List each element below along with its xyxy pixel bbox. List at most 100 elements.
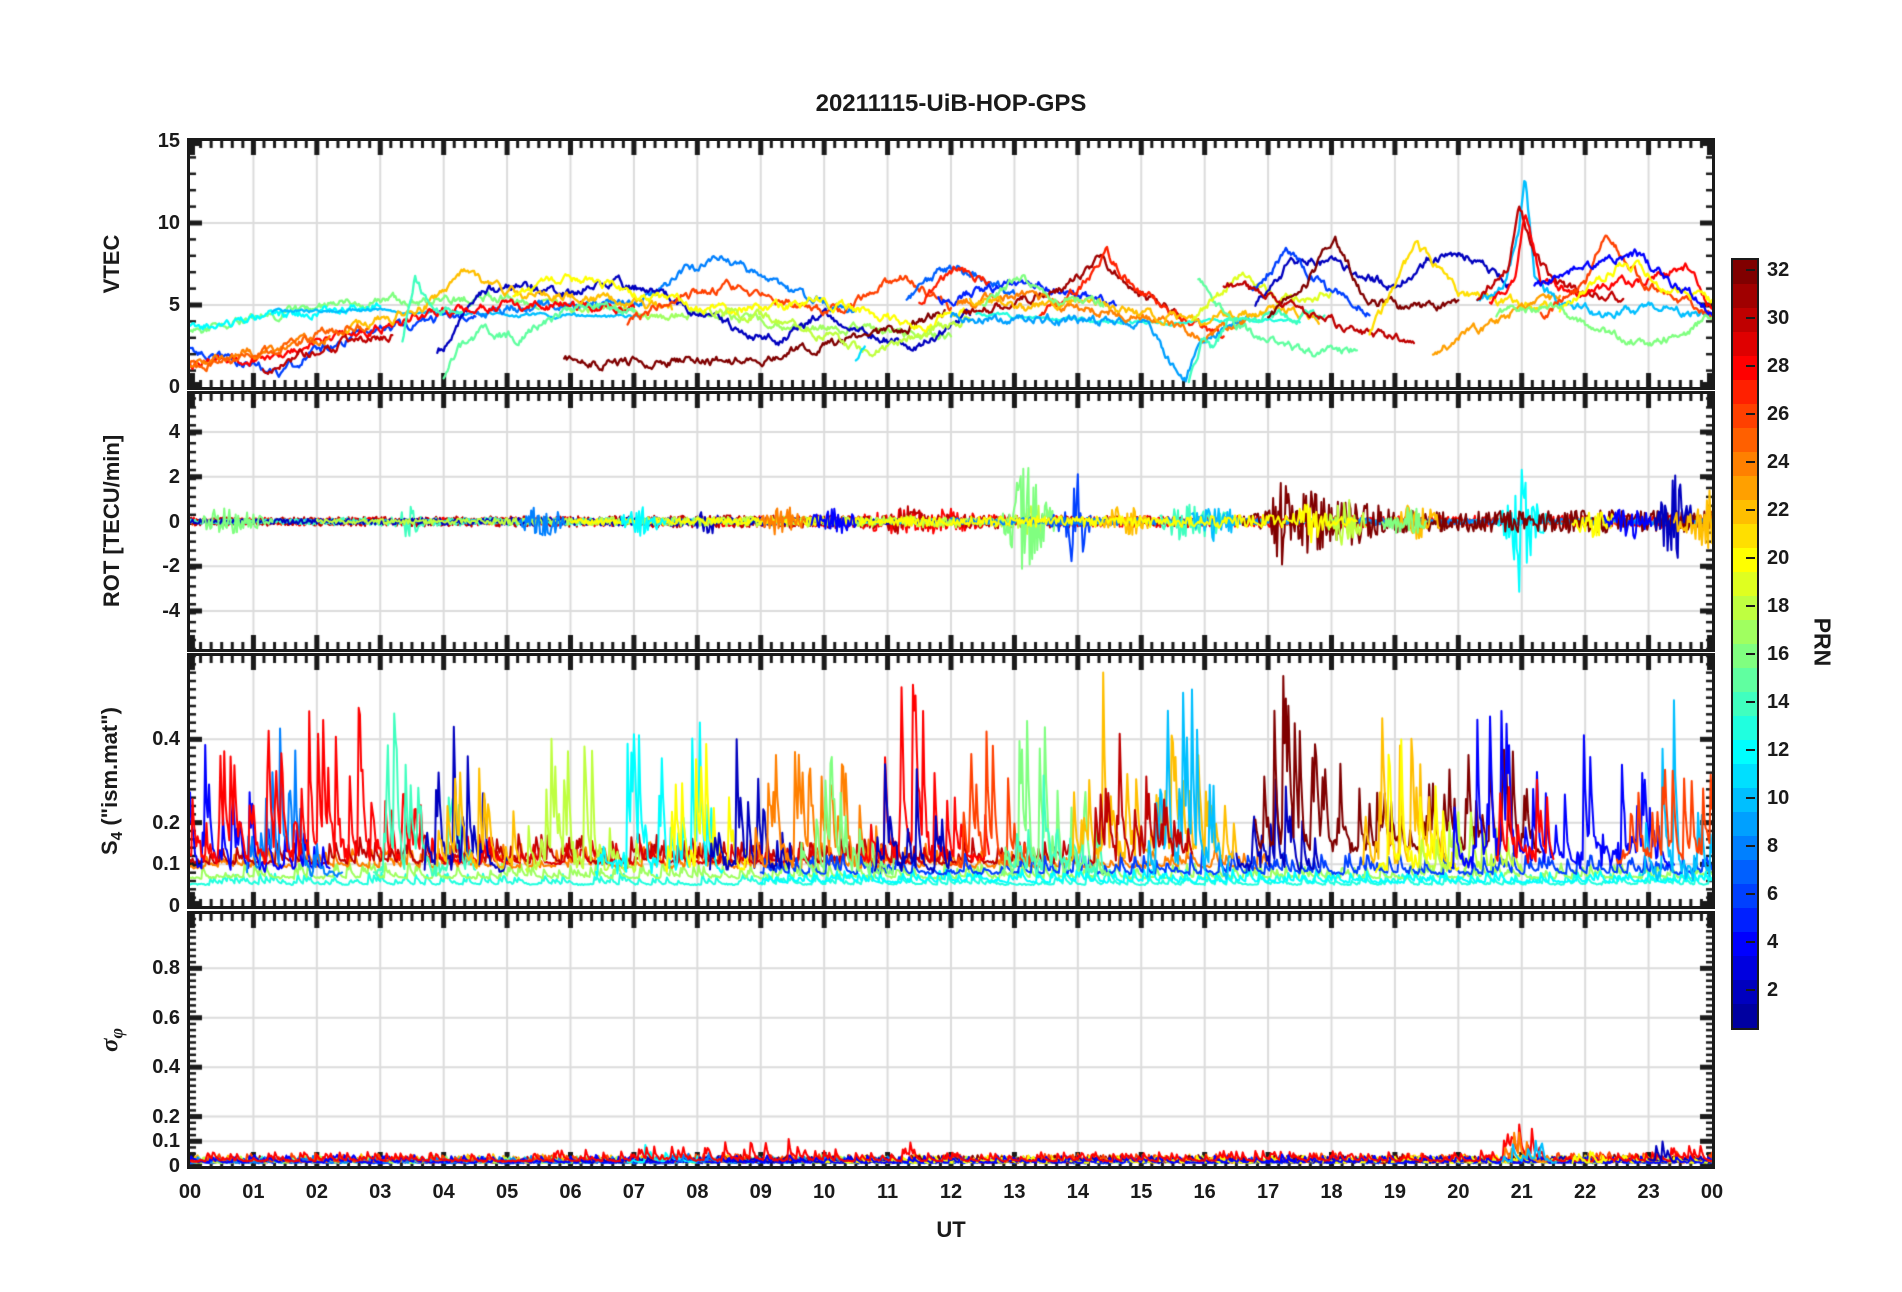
colorbar-segment-prn-23 <box>1733 476 1757 500</box>
colorbar-segment-prn-17 <box>1733 620 1757 644</box>
y-tick-label-rot: 0 <box>168 510 180 533</box>
x-tick-label: 11 <box>877 1181 899 1203</box>
colorbar-tick-label: 12 <box>1767 739 1790 761</box>
x-tick-label: 17 <box>1256 1181 1280 1203</box>
colorbar-segment-prn-15 <box>1733 668 1757 692</box>
x-tick-label: 10 <box>813 1181 836 1203</box>
colorbar-tick <box>1746 749 1755 751</box>
y-tick-label-vtec: 10 <box>157 212 180 234</box>
colorbar-tick-label: 16 <box>1767 643 1790 665</box>
y-tick-label-s4: 0 <box>168 895 180 917</box>
figure-title: 20211115-UiB-HOP-GPS <box>815 90 1087 117</box>
y-tick-label-sigma_phi: 0.1 <box>152 1130 180 1153</box>
panel-vtec <box>187 138 1715 390</box>
x-tick-label: 15 <box>1130 1181 1153 1203</box>
colorbar-segment-prn-24 <box>1733 452 1757 476</box>
colorbar-tick <box>1746 557 1755 559</box>
colorbar-segment-prn-30 <box>1733 308 1757 332</box>
colorbar-tick <box>1746 413 1755 415</box>
colorbar-segment-prn-21 <box>1733 524 1757 548</box>
colorbar-segment-prn-8 <box>1733 836 1757 860</box>
x-tick-label: 14 <box>1066 1181 1089 1203</box>
y-tick-label-vtec: 0 <box>168 376 180 398</box>
y-tick-label-vtec: 15 <box>157 130 180 152</box>
colorbar-segment-prn-31 <box>1733 284 1757 308</box>
colorbar-tick-label: 2 <box>1767 979 1779 1001</box>
x-axis-label: UT <box>936 1217 966 1242</box>
colorbar <box>1731 258 1759 1030</box>
colorbar-tick <box>1746 893 1755 895</box>
s4-plot-canvas <box>190 656 1712 906</box>
colorbar-segment-prn-6 <box>1733 884 1757 908</box>
x-tick-label: 02 <box>305 1181 328 1203</box>
colorbar-segment-prn-20 <box>1733 548 1757 572</box>
colorbar-segment-prn-26 <box>1733 404 1757 428</box>
colorbar-tick-label: 22 <box>1767 499 1790 521</box>
x-tick-label: 13 <box>1003 1181 1026 1203</box>
colorbar-segment-prn-32 <box>1733 260 1757 284</box>
x-tick-label: 03 <box>369 1181 392 1203</box>
x-tick-label: 16 <box>1193 1181 1216 1203</box>
y-tick-label-rot: 4 <box>168 421 180 444</box>
sigma-phi-plot-canvas <box>190 914 1712 1166</box>
colorbar-tick-label: 6 <box>1767 883 1779 905</box>
x-tick-label: 06 <box>559 1181 582 1203</box>
colorbar-tick-label: 20 <box>1767 547 1790 569</box>
colorbar-segment-prn-28 <box>1733 356 1757 380</box>
colorbar-segment-prn-25 <box>1733 428 1757 452</box>
colorbar-segment-prn-18 <box>1733 596 1757 620</box>
colorbar-segment-prn-22 <box>1733 500 1757 524</box>
colorbar-tick-label: 18 <box>1767 595 1790 617</box>
colorbar-tick <box>1746 461 1755 463</box>
x-tick-label: 00 <box>178 1181 202 1203</box>
colorbar-tick-label: 24 <box>1767 451 1790 473</box>
y-tick-label-sigma_phi: 0.2 <box>152 1105 180 1128</box>
colorbar-segment-prn-29 <box>1733 332 1757 356</box>
colorbar-tick <box>1746 605 1755 607</box>
panel-sigma-phi <box>187 911 1715 1169</box>
colorbar-segment-prn-16 <box>1733 644 1757 668</box>
colorbar-tick-label: 14 <box>1767 691 1790 713</box>
y-tick-label-rot: -4 <box>162 599 180 622</box>
colorbar-tick-label: 4 <box>1767 931 1779 953</box>
colorbar-segment-prn-12 <box>1733 740 1757 764</box>
y-tick-label-sigma_phi: 0 <box>168 1155 180 1177</box>
x-tick-label: 04 <box>432 1181 455 1203</box>
vtec-plot-canvas <box>190 141 1712 387</box>
x-tick-label: 07 <box>622 1181 646 1203</box>
colorbar-tick <box>1746 989 1755 991</box>
figure: 20211115-UiB-HOP-GPS VTEC ROT [TECU/min]… <box>0 0 1902 1292</box>
y-tick-label-vtec: 5 <box>168 294 180 316</box>
y-tick-label-s4: 0.1 <box>152 853 180 876</box>
rot-plot-canvas <box>190 394 1712 649</box>
y-tick-label-sigma_phi: 0.8 <box>152 957 180 980</box>
y-tick-label-sigma_phi: 0.4 <box>152 1056 180 1079</box>
colorbar-tick-label: 30 <box>1767 307 1790 329</box>
x-tick-label: 22 <box>1574 1181 1597 1203</box>
colorbar-tick-label: 26 <box>1767 403 1790 425</box>
colorbar-segment-prn-11 <box>1733 764 1757 788</box>
colorbar-tick <box>1746 797 1755 799</box>
colorbar-tick-label: 32 <box>1767 259 1790 281</box>
colorbar-segment-prn-27 <box>1733 380 1757 404</box>
x-tick-label: 20 <box>1447 1181 1470 1203</box>
colorbar-segment-prn-10 <box>1733 788 1757 812</box>
y-tick-label-sigma_phi: 0.6 <box>152 1006 180 1029</box>
colorbar-segment-prn-19 <box>1733 572 1757 596</box>
colorbar-segment-prn-4 <box>1733 932 1757 956</box>
colorbar-tick <box>1746 941 1755 943</box>
x-tick-label: 00 <box>1700 1181 1724 1203</box>
colorbar-tick <box>1746 509 1755 511</box>
colorbar-tick-label: 8 <box>1767 835 1779 857</box>
colorbar-tick <box>1746 845 1755 847</box>
colorbar-segment-prn-7 <box>1733 860 1757 884</box>
colorbar-segment-prn-13 <box>1733 716 1757 740</box>
colorbar-segment-prn-1 <box>1733 1004 1757 1028</box>
y-tick-label-s4: 0.2 <box>152 811 180 834</box>
colorbar-tick <box>1746 317 1755 319</box>
colorbar-segment-prn-2 <box>1733 980 1757 1004</box>
colorbar-tick <box>1746 653 1755 655</box>
colorbar-tick-label: 28 <box>1767 355 1790 377</box>
y-tick-label-rot: 2 <box>168 465 180 488</box>
colorbar-segment-prn-3 <box>1733 956 1757 980</box>
